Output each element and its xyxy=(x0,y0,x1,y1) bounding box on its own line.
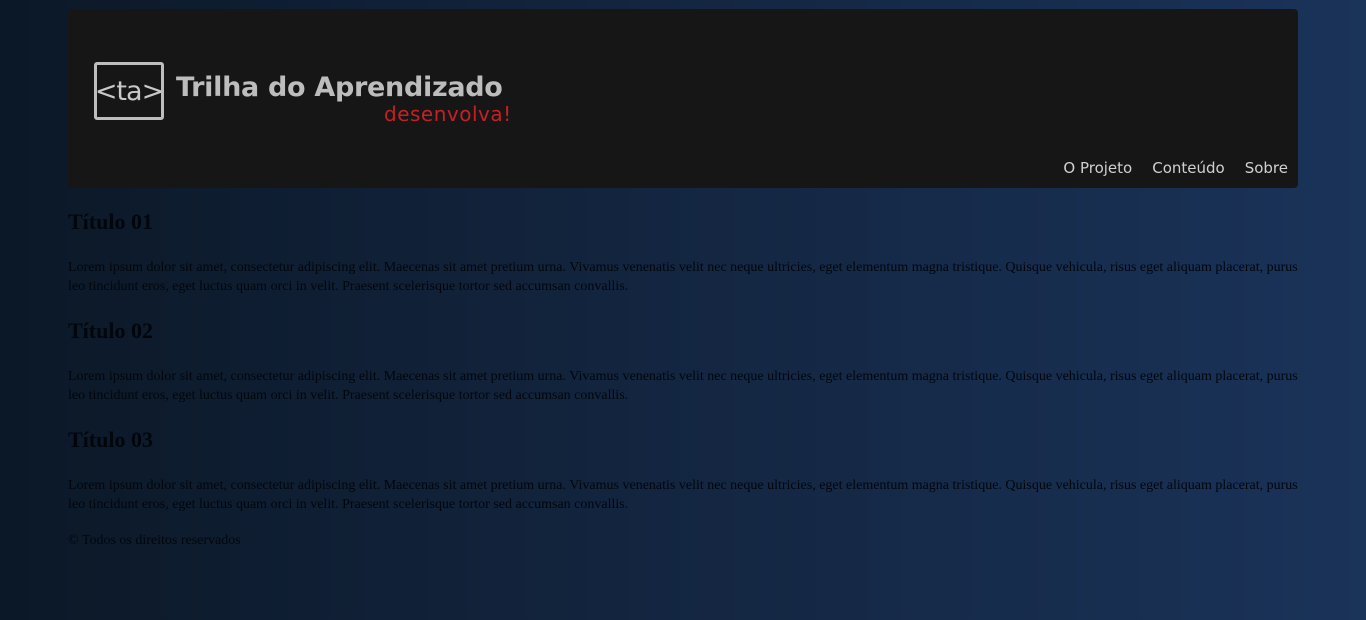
section-body: Lorem ipsum dolor sit amet, consectetur … xyxy=(68,369,1298,403)
section-title: Título 02 xyxy=(68,318,153,343)
section-body: Lorem ipsum dolor sit amet, consectetur … xyxy=(68,478,1298,512)
page-wrapper: <ta> Trilha do Aprendizado desenvolva! O… xyxy=(68,9,1298,550)
logo-title: Trilha do Aprendizado xyxy=(176,72,503,103)
nav-item-o-projeto[interactable]: O Projeto xyxy=(1063,159,1132,177)
section-title: Título 03 xyxy=(68,427,153,452)
site-logo[interactable]: <ta> Trilha do Aprendizado desenvolva! xyxy=(94,62,524,134)
nav-item-conteudo[interactable]: Conteúdo xyxy=(1152,159,1224,177)
section-03: Título 03 Lorem ipsum dolor sit amet, co… xyxy=(68,427,1298,514)
section-title: Título 01 xyxy=(68,209,153,234)
section-body: Lorem ipsum dolor sit amet, consectetur … xyxy=(68,260,1298,294)
site-footer: © Todos os direitos reservados xyxy=(68,531,1298,550)
logo-tagline: desenvolva! xyxy=(384,102,512,126)
section-01: Título 01 Lorem ipsum dolor sit amet, co… xyxy=(68,209,1298,296)
logo-mark: <ta> xyxy=(94,62,164,120)
nav-item-sobre[interactable]: Sobre xyxy=(1245,159,1288,177)
main-content: Título 01 Lorem ipsum dolor sit amet, co… xyxy=(68,209,1298,514)
section-02: Título 02 Lorem ipsum dolor sit amet, co… xyxy=(68,318,1298,405)
site-header: <ta> Trilha do Aprendizado desenvolva! O… xyxy=(68,9,1298,188)
main-nav: O Projeto Conteúdo Sobre xyxy=(1063,159,1288,177)
footer-text: © Todos os direitos reservados xyxy=(68,533,241,548)
